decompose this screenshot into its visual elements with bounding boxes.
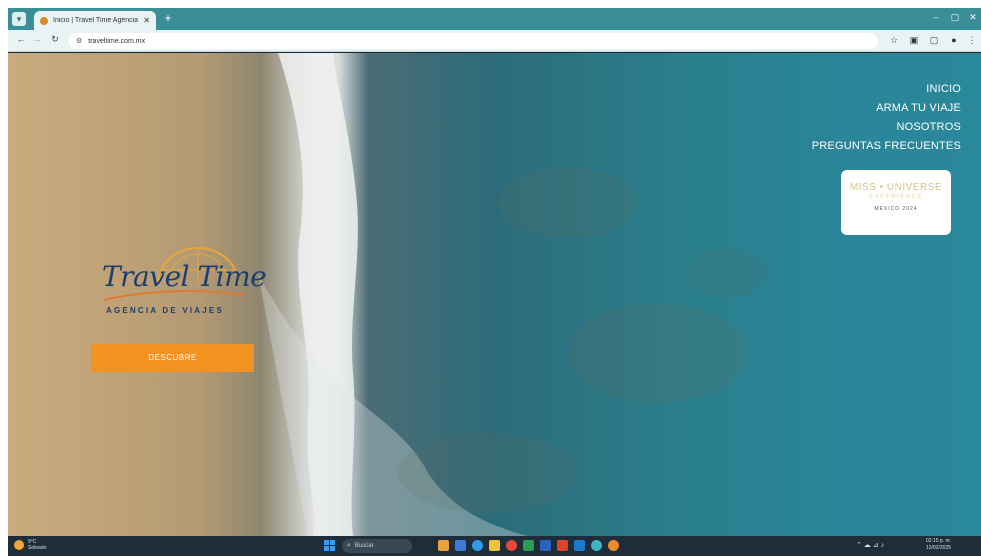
maximize-button[interactable]: ▢	[948, 12, 962, 23]
weather-text: 9°C Soleado	[28, 539, 46, 551]
excel-icon[interactable]	[523, 540, 534, 551]
browser-window: ▾ Inicio | Travel Time Agencia de ... ✕ …	[8, 8, 981, 556]
weather-condition: Soleado	[28, 545, 47, 551]
sun-icon	[14, 540, 24, 550]
nav-item-inicio[interactable]: INICIO	[812, 83, 961, 95]
close-window-button[interactable]: ✕	[966, 12, 980, 23]
back-icon[interactable]: ←	[14, 34, 28, 44]
new-tab-button[interactable]: +	[161, 11, 175, 25]
taskbar-search[interactable]: ⌕ Buscar	[342, 539, 412, 553]
word-icon[interactable]	[540, 540, 551, 551]
file-explorer-icon[interactable]	[438, 540, 449, 551]
firefox-icon[interactable]	[608, 540, 619, 551]
discover-button[interactable]: DESCUBRE	[91, 344, 254, 372]
clock-time: 02:15 p. m.	[926, 538, 952, 544]
menu-icon[interactable]: ⋮	[966, 35, 978, 46]
badge-title: MISS • UNIVERSE	[849, 182, 943, 193]
windows-start-icon[interactable]	[324, 540, 335, 551]
app-icon-2[interactable]	[591, 540, 602, 551]
downloads-icon[interactable]: ▣	[908, 35, 920, 46]
reload-icon[interactable]: ↻	[48, 34, 62, 45]
logo-script-text: Travel Time	[102, 260, 267, 293]
tab-search-icon[interactable]: ▾	[12, 12, 26, 26]
site-info-icon[interactable]: ⚙	[76, 37, 82, 45]
hero-section: INICIO ARMA TU VIAJE NOSOTROS PREGUNTAS …	[8, 53, 981, 536]
clock[interactable]: 02:15 p. m. 12/02/2025	[926, 538, 951, 552]
powerpoint-icon[interactable]	[557, 540, 568, 551]
forward-icon[interactable]: →	[30, 34, 44, 44]
outlook-icon[interactable]	[574, 540, 585, 551]
badge-year: MEXICO 2024	[874, 206, 918, 212]
clock-date: 12/02/2025	[926, 545, 952, 551]
minimize-button[interactable]: –	[929, 12, 943, 22]
tab-active[interactable]: Inicio | Travel Time Agencia de ... ✕	[34, 11, 156, 30]
nav-item-nosotros[interactable]: NOSOTROS	[812, 121, 961, 133]
tab-title: Inicio | Travel Time Agencia de ...	[53, 17, 139, 24]
badge-subtitle: EXPERIENCE	[869, 194, 923, 200]
search-placeholder: Buscar	[354, 543, 374, 549]
sidepanel-icon[interactable]: ▢	[928, 35, 940, 46]
travel-time-logo: Travel Time AGENCIA DE VIAJES	[96, 246, 267, 326]
edge-icon[interactable]	[472, 540, 483, 551]
chrome-icon[interactable]	[506, 540, 517, 551]
app-icon[interactable]	[455, 540, 466, 551]
tab-strip: ▾ Inicio | Travel Time Agencia de ... ✕ …	[8, 8, 981, 30]
nav-item-preguntas-frecuentes[interactable]: PREGUNTAS FRECUENTES	[812, 140, 961, 152]
logo-subtitle: AGENCIA DE VIAJES	[106, 306, 225, 315]
weather-widget[interactable]: 9°C Soleado	[14, 539, 46, 551]
url-text: traveltime.com.mx	[88, 37, 146, 45]
address-bar-row: ← → ↻ ⚙ traveltime.com.mx ☆ ▣ ▢ ● ⋮	[8, 30, 981, 52]
taskbar: 9°C Soleado ⌕ Buscar ⌃ ☁ ⊿ ♪ 02:15 p. m.…	[8, 536, 981, 556]
miss-universe-badge[interactable]: MISS • UNIVERSE EXPERIENCE MEXICO 2024	[841, 170, 951, 235]
folder-icon[interactable]	[489, 540, 500, 551]
close-icon[interactable]: ✕	[143, 16, 150, 25]
profile-icon[interactable]: ●	[948, 35, 960, 45]
system-tray[interactable]: ⌃ ☁ ⊿ ♪	[856, 541, 884, 549]
address-bar[interactable]: ⚙ traveltime.com.mx	[68, 33, 878, 49]
favicon-icon	[40, 16, 48, 25]
bookmark-star-icon[interactable]: ☆	[888, 35, 900, 46]
nav-item-arma-tu-viaje[interactable]: ARMA TU VIAJE	[812, 102, 961, 114]
main-nav: INICIO ARMA TU VIAJE NOSOTROS PREGUNTAS …	[812, 83, 961, 159]
search-icon: ⌕	[347, 542, 351, 549]
